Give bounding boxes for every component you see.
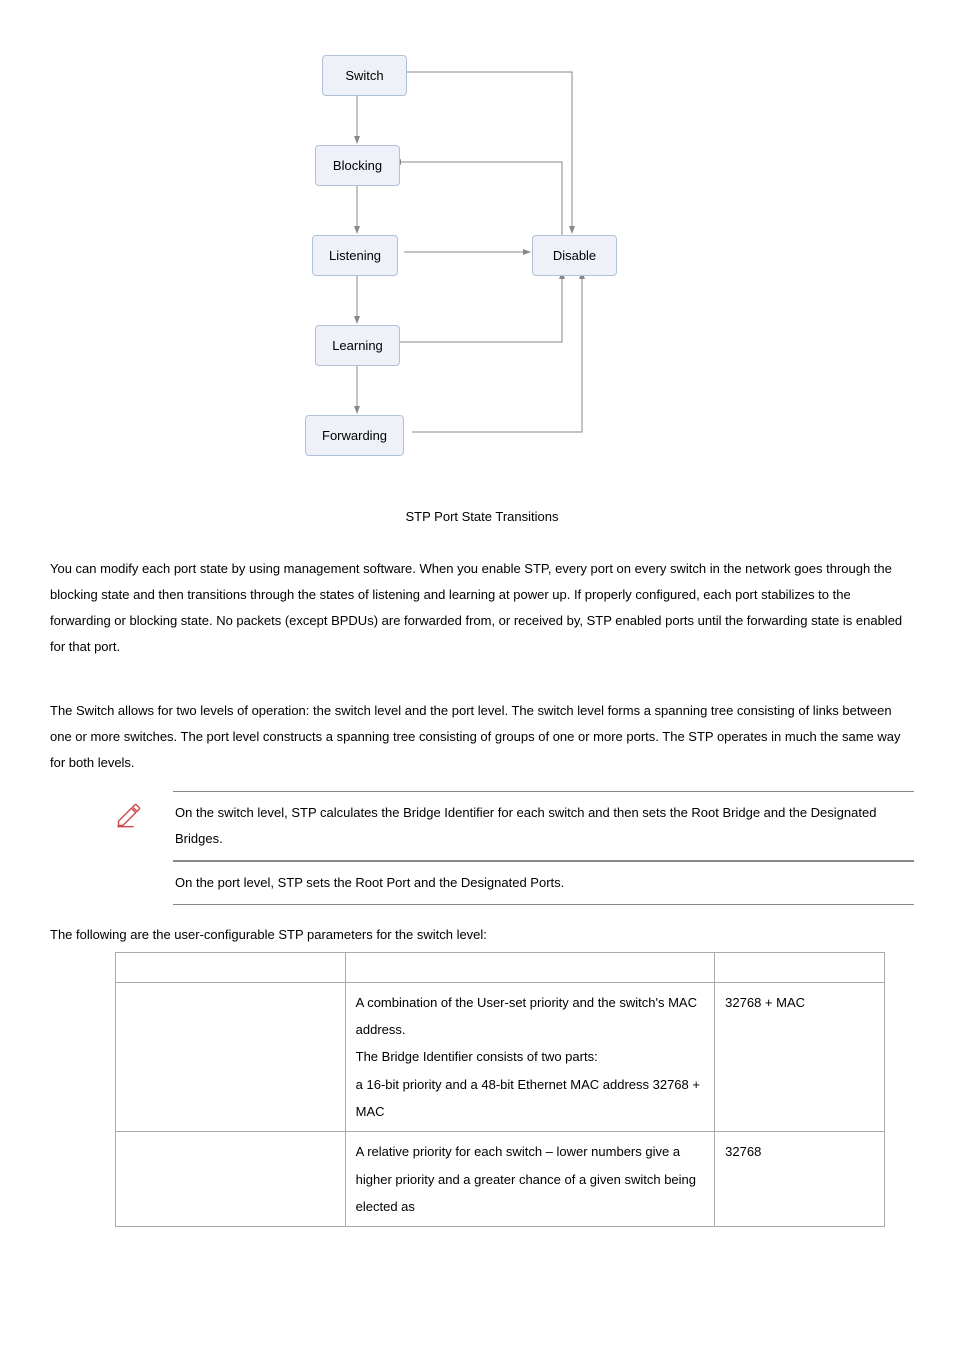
table-row: A relative priority for each switch – lo… [116, 1132, 885, 1227]
table-cell-default: 32768 [715, 1132, 885, 1227]
stp-diagram: Switch Blocking Listening Disable Learni… [232, 50, 732, 495]
table-cell-desc: A relative priority for each switch – lo… [345, 1132, 715, 1227]
table-header-default [715, 952, 885, 982]
table-header-param [116, 952, 346, 982]
stp-diagram-container: Switch Blocking Listening Disable Learni… [50, 50, 914, 495]
table-cell-desc: A combination of the User-set priority a… [345, 982, 715, 1131]
table-header-desc [345, 952, 715, 982]
pencil-icon [115, 801, 143, 836]
node-blocking: Blocking [315, 145, 400, 186]
diagram-caption: STP Port State Transitions [50, 505, 914, 528]
table-row: A combination of the User-set priority a… [116, 982, 885, 1131]
table-cell-param [116, 1132, 346, 1227]
table-cell-default: 32768 + MAC [715, 982, 885, 1131]
node-listening: Listening [312, 235, 398, 276]
node-disable: Disable [532, 235, 617, 276]
table-cell-param [116, 982, 346, 1131]
note-port-level: On the port level, STP sets the Root Por… [173, 861, 914, 905]
paragraph-port-state-desc: You can modify each port state by using … [50, 556, 914, 660]
node-switch: Switch [322, 55, 407, 96]
node-learning: Learning [315, 325, 400, 366]
stp-parameters-table: A combination of the User-set priority a… [115, 952, 885, 1227]
table-intro-text: The following are the user-configurable … [50, 923, 914, 946]
note-switch-level: On the switch level, STP calculates the … [173, 791, 914, 861]
note-section: On the switch level, STP calculates the … [115, 791, 914, 905]
paragraph-two-levels: The Switch allows for two levels of oper… [50, 698, 914, 776]
table-header-row [116, 952, 885, 982]
node-forwarding: Forwarding [305, 415, 404, 456]
